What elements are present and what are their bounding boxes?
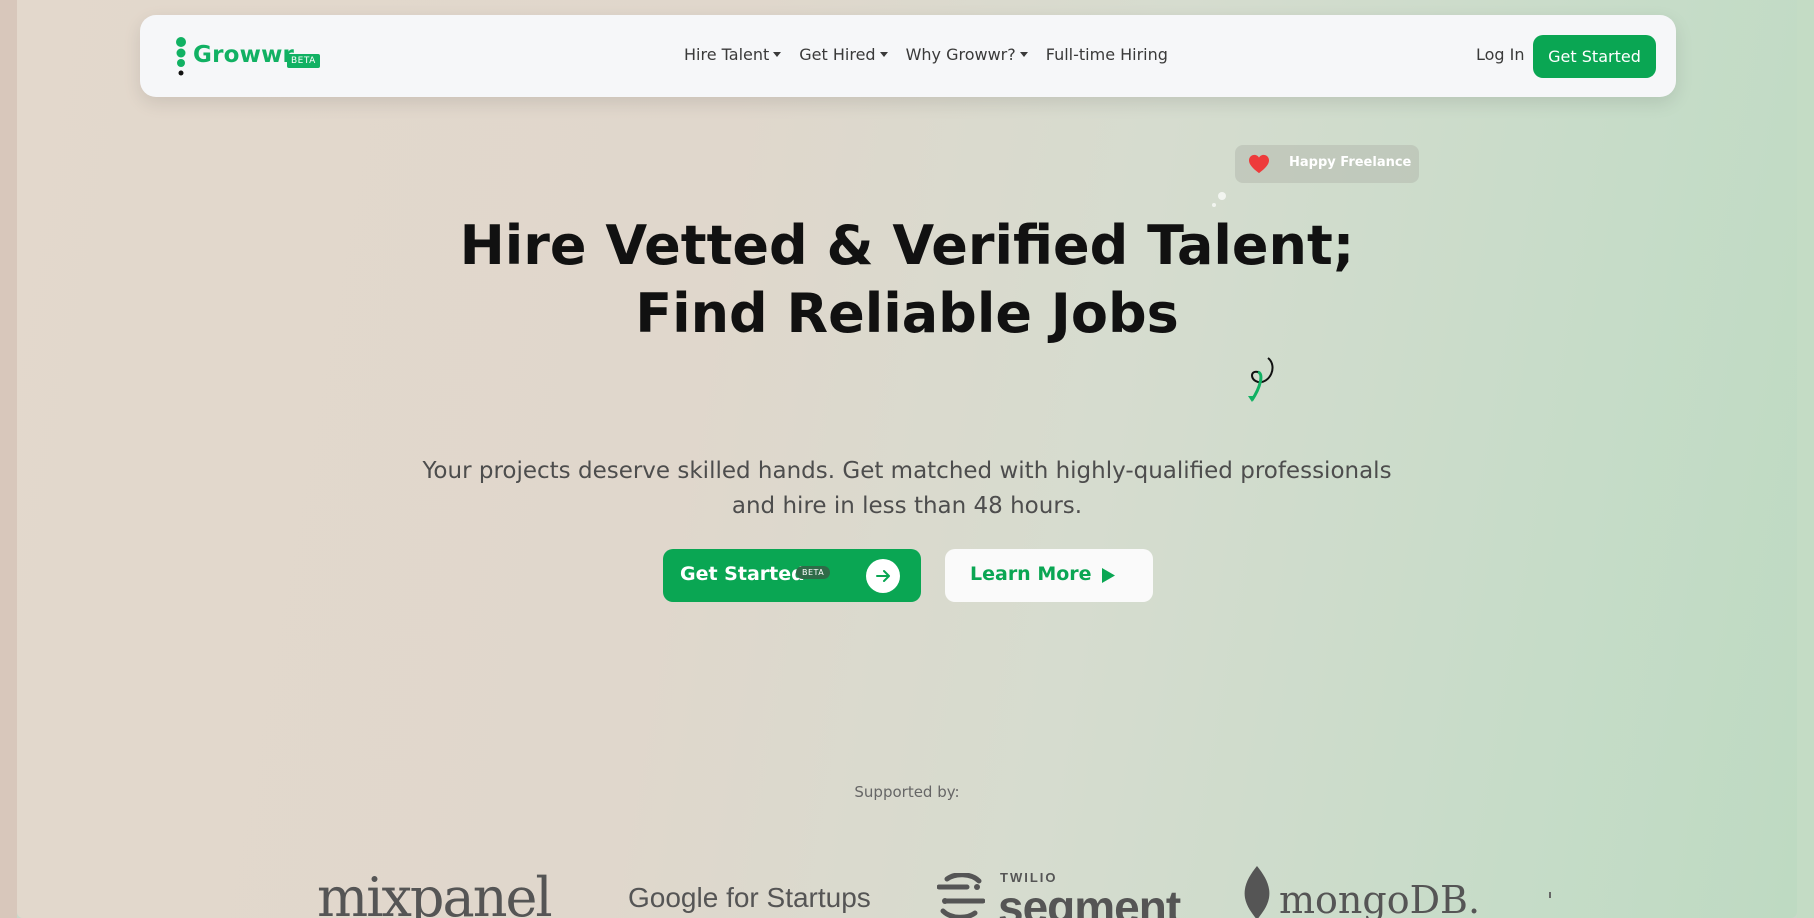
squiggle-arrow-icon	[1248, 357, 1274, 402]
nav-menu: Hire Talent Get Hired Why Growwr? Full-t…	[684, 45, 1186, 64]
get-started-nav-button[interactable]: Get Started	[1533, 35, 1656, 78]
beta-badge: BETA	[796, 566, 831, 579]
heart-icon	[1249, 154, 1269, 174]
segment-logo: segment	[998, 881, 1181, 918]
happy-freelance-badge: Happy Freelance	[1235, 145, 1419, 183]
login-link[interactable]: Log In	[1476, 45, 1525, 64]
learn-more-label: Learn More	[970, 563, 1092, 585]
brand-name: Growwr.	[193, 42, 300, 68]
supported-by-label: Supported by:	[854, 783, 960, 801]
nav-item-hire-talent[interactable]: Hire Talent	[684, 45, 782, 64]
chevron-down-icon	[879, 52, 888, 57]
arrow-right-icon	[866, 559, 900, 593]
nav-item-label: Full-time Hiring	[1045, 45, 1168, 64]
nav-item-why-growwr[interactable]: Why Growwr?	[906, 45, 1028, 64]
partner-logo-cutoff	[1549, 892, 1551, 898]
page-frame: Growwr. BETA Hire Talent Get Hired Why G…	[17, 0, 1797, 918]
decorative-bubble	[1212, 203, 1216, 207]
navbar: Growwr. BETA Hire Talent Get Hired Why G…	[140, 15, 1676, 97]
hero-title: Hire Vetted & Verified Talent; Find Reli…	[17, 212, 1797, 348]
logo-mark-icon	[176, 37, 186, 76]
hero-subtitle: Your projects deserve skilled hands. Get…	[422, 458, 1392, 519]
mongodb-leaf-icon	[1244, 866, 1270, 918]
mixpanel-logo: mixpanel	[317, 866, 553, 918]
page-edge-right	[1797, 0, 1814, 918]
nav-item-get-hired[interactable]: Get Hired	[799, 45, 888, 64]
brand-beta-badge: BETA	[287, 54, 320, 68]
google-for-startups-logo: Google for Startups	[628, 882, 871, 913]
chevron-down-icon	[1019, 52, 1028, 57]
nav-item-label: Get Hired	[799, 45, 876, 64]
nav-item-label: Hire Talent	[684, 45, 770, 64]
chevron-down-icon	[773, 52, 782, 57]
segment-mark-icon	[937, 873, 985, 918]
get-started-label: Get Started	[680, 563, 805, 585]
mongodb-logo: mongoDB.	[1279, 878, 1481, 918]
page-edge-left	[0, 0, 17, 918]
get-started-button[interactable]: Get Started BETA	[663, 549, 921, 602]
nav-item-full-time-hiring[interactable]: Full-time Hiring	[1046, 45, 1168, 64]
hero-title-line-2: Find Reliable Jobs	[635, 282, 1179, 345]
learn-more-button[interactable]: Learn More	[945, 549, 1153, 602]
partner-logos: mixpanel Google for Startups TWILIO segm…	[17, 860, 1797, 918]
play-icon	[1102, 568, 1115, 583]
nav-item-label: Why Growwr?	[905, 45, 1016, 64]
brand-logo[interactable]: Growwr. BETA	[174, 37, 334, 77]
happy-freelance-text: Happy Freelance	[1289, 155, 1412, 170]
decorative-bubble	[1218, 192, 1226, 200]
hero-title-line-1: Hire Vetted & Verified Talent;	[459, 214, 1355, 277]
